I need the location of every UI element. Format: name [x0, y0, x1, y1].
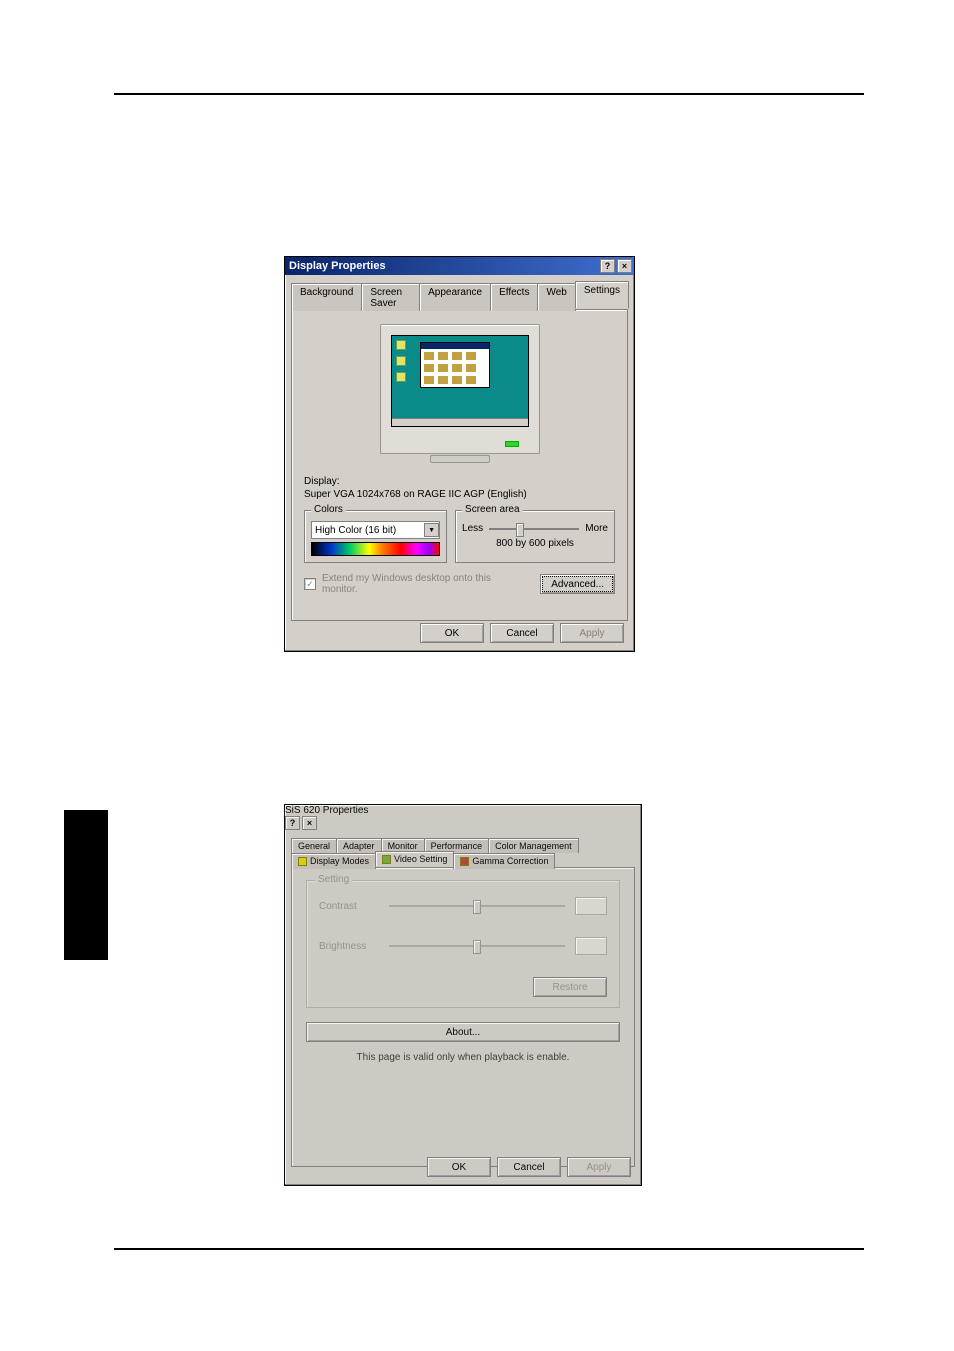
titlebar[interactable]: SiS 620 Properties ? ×	[285, 805, 641, 830]
desktop-icon	[396, 340, 406, 350]
monitor-led-icon	[505, 441, 519, 447]
brightness-label: Brightness	[319, 941, 379, 952]
colors-group-label: Colors	[311, 504, 346, 515]
brightness-value	[575, 937, 607, 955]
tab-appearance[interactable]: Appearance	[419, 283, 491, 311]
about-button[interactable]: About...	[306, 1022, 620, 1042]
tab-color-management[interactable]: Color Management	[488, 838, 579, 853]
screen-area-more: More	[585, 523, 608, 534]
tab-web[interactable]: Web	[537, 283, 575, 311]
extend-desktop-label: Extend my Windows desktop onto this moni…	[322, 573, 528, 595]
video-setting-icon	[382, 855, 391, 864]
extend-desktop-checkbox[interactable]: ✓	[304, 578, 316, 590]
help-button[interactable]: ?	[285, 816, 300, 830]
desktop-icon	[396, 356, 406, 366]
monitor-preview	[380, 324, 540, 454]
close-button[interactable]: ×	[302, 816, 317, 830]
contrast-slider[interactable]	[389, 905, 565, 907]
titlebar[interactable]: Display Properties ? ×	[285, 257, 634, 275]
apply-button[interactable]: Apply	[560, 623, 624, 643]
mini-taskbar	[392, 418, 528, 426]
side-black-tab	[64, 810, 108, 960]
colors-group: Colors High Color (16 bit) ▼	[304, 510, 447, 563]
display-text: Super VGA 1024x768 on RAGE IIC AGP (Engl…	[304, 489, 527, 500]
tab-general[interactable]: General	[291, 838, 337, 853]
setting-group: Setting Contrast Brightness Restore	[306, 880, 620, 1008]
contrast-label: Contrast	[319, 901, 379, 912]
colors-combo[interactable]: High Color (16 bit) ▼	[311, 521, 440, 539]
restore-button[interactable]: Restore	[533, 977, 607, 997]
screen-area-slider[interactable]	[489, 528, 579, 530]
gamma-correction-icon	[460, 857, 469, 866]
dialog-title: SiS 620 Properties	[285, 805, 368, 816]
tab-video-setting[interactable]: Video Setting	[375, 851, 454, 867]
sis620-properties-dialog: SiS 620 Properties ? × General Adapter M…	[284, 804, 642, 1186]
cancel-button[interactable]: Cancel	[490, 623, 554, 643]
apply-button[interactable]: Apply	[567, 1157, 631, 1177]
colors-value: High Color (16 bit)	[315, 525, 396, 536]
ok-button[interactable]: OK	[420, 623, 484, 643]
cancel-button[interactable]: Cancel	[497, 1157, 561, 1177]
display-properties-dialog: Display Properties ? × Background Screen…	[284, 256, 635, 652]
validity-note: This page is valid only when playback is…	[306, 1052, 620, 1063]
brightness-slider[interactable]	[389, 945, 565, 947]
tab-display-modes[interactable]: Display Modes	[291, 853, 376, 869]
dialog-title: Display Properties	[289, 260, 386, 272]
display-label: Display:	[304, 476, 340, 487]
bottom-divider	[114, 1248, 864, 1250]
color-spectrum-icon	[311, 542, 440, 556]
tab-screen-saver[interactable]: Screen Saver	[361, 283, 420, 311]
advanced-button[interactable]: Advanced...	[540, 574, 615, 594]
chevron-down-icon[interactable]: ▼	[424, 523, 439, 537]
close-button[interactable]: ×	[617, 259, 632, 273]
screen-area-group: Screen area Less More 800 by 600 pixels	[455, 510, 615, 563]
tab-background[interactable]: Background	[291, 283, 362, 311]
display-modes-icon	[298, 857, 307, 866]
tab-settings[interactable]: Settings	[575, 281, 629, 309]
help-button[interactable]: ?	[600, 259, 615, 273]
mini-window	[420, 342, 490, 388]
screen-area-value: 800 by 600 pixels	[462, 538, 608, 549]
ok-button[interactable]: OK	[427, 1157, 491, 1177]
tab-gamma-correction[interactable]: Gamma Correction	[453, 853, 555, 869]
screen-area-less: Less	[462, 523, 483, 534]
top-divider	[114, 93, 864, 95]
setting-group-label: Setting	[315, 874, 352, 885]
tab-effects[interactable]: Effects	[490, 283, 538, 311]
screen-area-group-label: Screen area	[462, 504, 522, 515]
contrast-value	[575, 897, 607, 915]
desktop-icon	[396, 372, 406, 382]
